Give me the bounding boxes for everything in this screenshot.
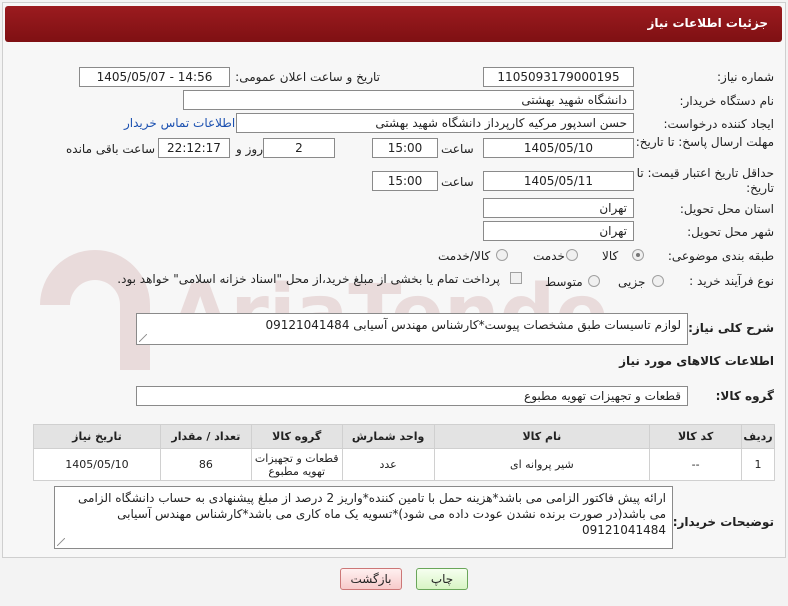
contact-link-wrap: اطلاعات تماس خریدار (124, 116, 235, 130)
col-group: گروه کالا (250, 424, 343, 449)
province-label: استان محل تحویل: (679, 202, 774, 216)
cell-date: 1405/05/10 (33, 448, 161, 481)
reply-deadline-label: مهلت ارسال پاسخ: تا تاریخ: (635, 135, 774, 149)
category-radio-goods[interactable] (632, 249, 644, 261)
need-number-label: شماره نیاز: (717, 70, 774, 84)
creator-label: ایجاد کننده درخواست: (663, 117, 774, 131)
print-button[interactable]: چاپ (416, 568, 468, 590)
resize-grip-icon[interactable] (139, 334, 147, 342)
buyer-notes-label: توضیحات خریدار: (672, 515, 774, 529)
buyer-org-field: دانشگاه شهید بهشتی (183, 90, 634, 110)
category-option-goods: کالا (602, 249, 619, 263)
category-option-both: کالا/خدمت (438, 249, 491, 263)
days-field: 2 (263, 138, 335, 158)
category-radio-service[interactable] (566, 249, 578, 261)
need-number-field: 1105093179000195 (483, 67, 634, 87)
reply-date-field: 1405/05/10 (483, 138, 634, 158)
city-label: شهر محل تحویل: (687, 225, 774, 239)
col-row: ردیف (741, 424, 775, 449)
price-validity-time-field: 15:00 (372, 171, 438, 191)
goods-group-label: گروه کالا: (715, 389, 774, 403)
table-row[interactable]: 1 -- شیر پروانه ای عدد قطعات و تجهیزات ت… (33, 448, 775, 481)
buyer-org-label: نام دستگاه خریدار: (679, 94, 775, 108)
price-validity-time-label: ساعت (441, 175, 474, 189)
province-field: تهران (483, 198, 634, 218)
col-date: تاریخ نیاز (33, 424, 161, 449)
cell-name: شیر پروانه ای (433, 448, 651, 481)
process-option-minor: جزیی (618, 275, 646, 289)
goods-table-header: ردیف کد کالا نام کالا واحد شمارش گروه کا… (33, 424, 775, 449)
process-radio-medium[interactable] (588, 275, 600, 287)
col-qty: تعداد / مقدار (159, 424, 252, 449)
goods-group-field: قطعات و تجهیزات تهویه مطبوع (136, 386, 688, 406)
summary-text: لوازم تاسیسات طبق مشخصات پیوست*کارشناس م… (265, 318, 681, 332)
col-unit: واحد شمارش (341, 424, 435, 449)
city-field: تهران (483, 221, 634, 241)
summary-textarea[interactable]: لوازم تاسیسات طبق مشخصات پیوست*کارشناس م… (136, 313, 688, 345)
cell-group: قطعات و تجهیزات تهویه مطبوع (250, 448, 343, 481)
process-radio-minor[interactable] (652, 275, 664, 287)
cell-row: 1 (741, 448, 775, 481)
reply-time-field: 15:00 (372, 138, 438, 158)
category-label: طبقه بندی موضوعی: (667, 249, 774, 263)
cell-unit: عدد (341, 448, 435, 481)
remaining-label: ساعت باقی مانده (66, 142, 156, 156)
remaining-time-field: 22:12:17 (158, 138, 230, 158)
treasury-payment-note: پرداخت تمام یا بخشی از مبلغ خرید،از محل … (117, 272, 500, 286)
back-button[interactable]: بازگشت (340, 568, 402, 590)
goods-table: ردیف کد کالا نام کالا واحد شمارش گروه کا… (33, 424, 775, 481)
category-option-service: خدمت (533, 249, 565, 263)
buyer-contact-link[interactable]: اطلاعات تماس خریدار (124, 116, 235, 130)
price-validity-label: حداقل تاریخ اعتبار قیمت: تا تاریخ: (636, 166, 774, 195)
summary-label: شرح کلی نیاز: (688, 321, 774, 335)
cell-qty: 86 (159, 448, 252, 481)
reply-time-label: ساعت (441, 142, 474, 156)
cell-code: -- (649, 448, 743, 481)
page-title: جزئیات اطلاعات نیاز (647, 16, 768, 30)
creator-field: حسن اسدپور مرکیه کارپرداز دانشگاه شهید ب… (236, 113, 634, 133)
col-code: کد کالا (649, 424, 743, 449)
buyer-notes-textarea[interactable]: ارائه پیش فاکتور الزامی می باشد*هزینه حم… (54, 486, 673, 549)
price-validity-date-field: 1405/05/11 (483, 171, 634, 191)
announce-field: 1405/05/07 - 14:56 (79, 67, 230, 87)
category-radio-both[interactable] (496, 249, 508, 261)
days-label: روز و (236, 142, 263, 156)
col-name: نام کالا (433, 424, 651, 449)
announce-label: تاریخ و ساعت اعلان عمومی: (235, 70, 380, 84)
treasury-payment-checkbox[interactable] (510, 272, 522, 284)
page-header: جزئیات اطلاعات نیاز (5, 6, 782, 42)
process-label: نوع فرآیند خرید : (689, 274, 774, 288)
buyer-notes-text: ارائه پیش فاکتور الزامی می باشد*هزینه حم… (78, 491, 666, 537)
goods-section-title: اطلاعات کالاهای مورد نیاز (619, 354, 774, 368)
process-option-medium: متوسط (545, 275, 583, 289)
resize-grip-icon[interactable] (57, 538, 65, 546)
